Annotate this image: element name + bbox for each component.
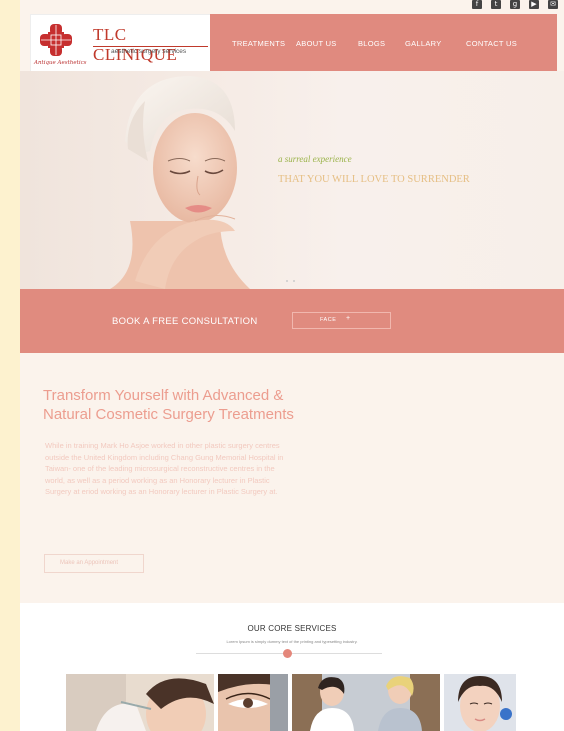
services-subtitle: Lorem Ipsum is simply dummy text of the … [226,639,358,644]
intro-body: While in training Mark Ho Asjoe worked i… [45,441,284,496]
consultation-band: BOOK A FREE CONSULTATION FACE + [20,289,564,353]
service-thumb-skin[interactable] [444,674,516,731]
clinic-cross-logo-icon [40,24,72,56]
logo[interactable]: TLC CLINIQUE aesthetic surgery services … [30,14,212,73]
brand-subtitle: aesthetic surgery services [111,48,187,55]
slider-dots[interactable] [286,280,295,282]
twitter-icon[interactable]: t [491,0,501,9]
main-nav: TREATMENTS ABOUT US BLOGS GALLARY CONTAC… [210,14,557,71]
hero-tagline-main: THAT YOU WILL LOVE TO SURRENDER [278,174,470,185]
hero-tagline-italic: a surreal experience [278,154,352,164]
youtube-icon[interactable]: ▶ [529,0,539,9]
consultation-label: BOOK A FREE CONSULTATION [112,316,258,327]
core-services-section: OUR CORE SERVICES Lorem Ipsum is simply … [20,603,564,731]
googleplus-icon[interactable]: g [510,0,520,9]
service-thumb-consultation[interactable] [292,674,440,731]
intro-heading: Transform Yourself with Advanced & Natur… [43,387,294,423]
service-thumb-injection[interactable] [66,674,214,731]
make-appointment-button[interactable]: Make an Appointment [44,554,144,573]
email-icon[interactable]: ✉ [548,0,558,9]
services-divider-dot [283,649,292,658]
plus-icon: + [346,315,351,322]
service-thumb-eye[interactable] [218,674,288,731]
consultation-select[interactable]: FACE + [292,312,391,329]
nav-item-blogs[interactable]: BLOGS [358,39,385,48]
make-appointment-label: Make an Appointment [60,560,119,566]
nav-item-contact-us[interactable]: CONTACT US [466,39,517,48]
nav-item-gallary[interactable]: GALLARY [405,39,442,48]
nav-item-about-us[interactable]: ABOUT US [296,39,337,48]
nav-item-treatments[interactable]: TREATMENTS [232,39,285,48]
facebook-icon[interactable]: f [472,0,482,9]
brand-script: Antique Aesthetics [34,60,87,66]
brand-underline [93,46,208,47]
page: f t g ▶ ✉ TLC CLINIQUE aesthetic surgery… [20,0,564,731]
consultation-select-value: FACE [320,317,337,323]
hero-model-image [110,76,250,289]
brand-title: TLC CLINIQUE [93,25,178,64]
services-title: OUR CORE SERVICES [247,624,337,633]
social-bar: f t g ▶ ✉ [472,0,558,9]
hero-slider: a surreal experience THAT YOU WILL LOVE … [20,71,564,289]
